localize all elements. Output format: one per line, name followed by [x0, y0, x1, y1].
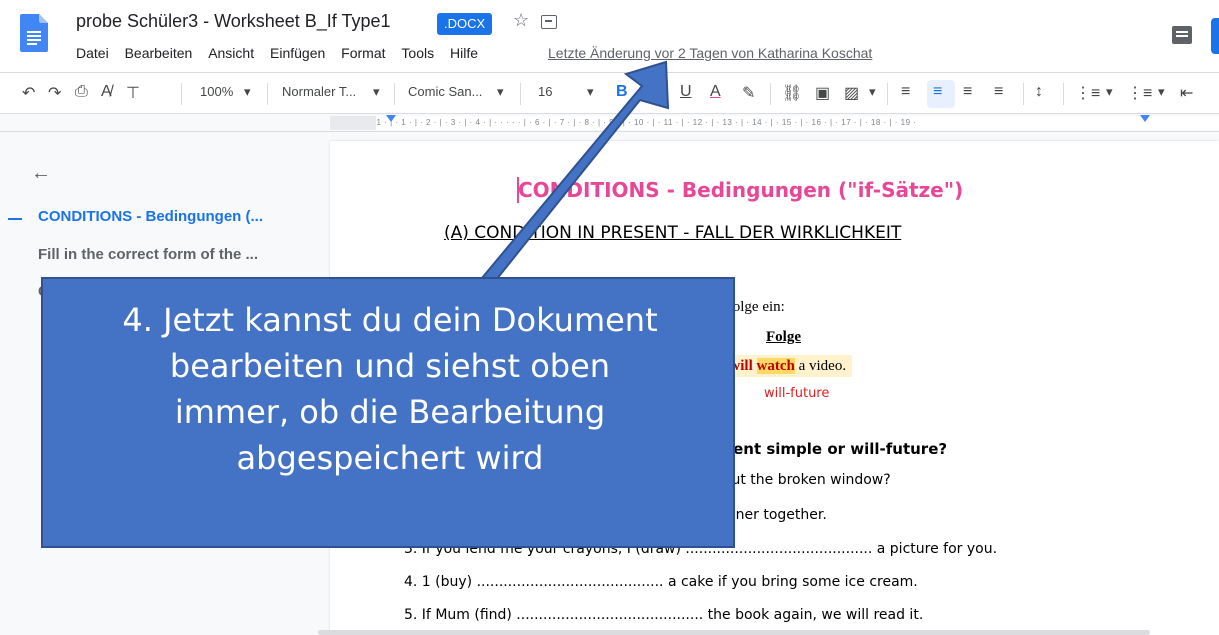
callout-line-2: bearbeiten und siehst oben — [169, 347, 611, 385]
horizontal-scrollbar[interactable] — [318, 630, 1150, 635]
callout-line-4: abgespeichert wird — [236, 439, 544, 477]
arrow-shape — [439, 60, 670, 301]
callout-line-1: 4. Jetzt kannst du dein Dokument — [122, 301, 658, 339]
callout-text: 4. Jetzt kannst du dein Dokument bearbei… — [63, 297, 717, 481]
instruction-callout: 4. Jetzt kannst du dein Dokument bearbei… — [41, 277, 735, 548]
callout-line-3: immer, ob die Bearbeitung — [174, 393, 606, 431]
